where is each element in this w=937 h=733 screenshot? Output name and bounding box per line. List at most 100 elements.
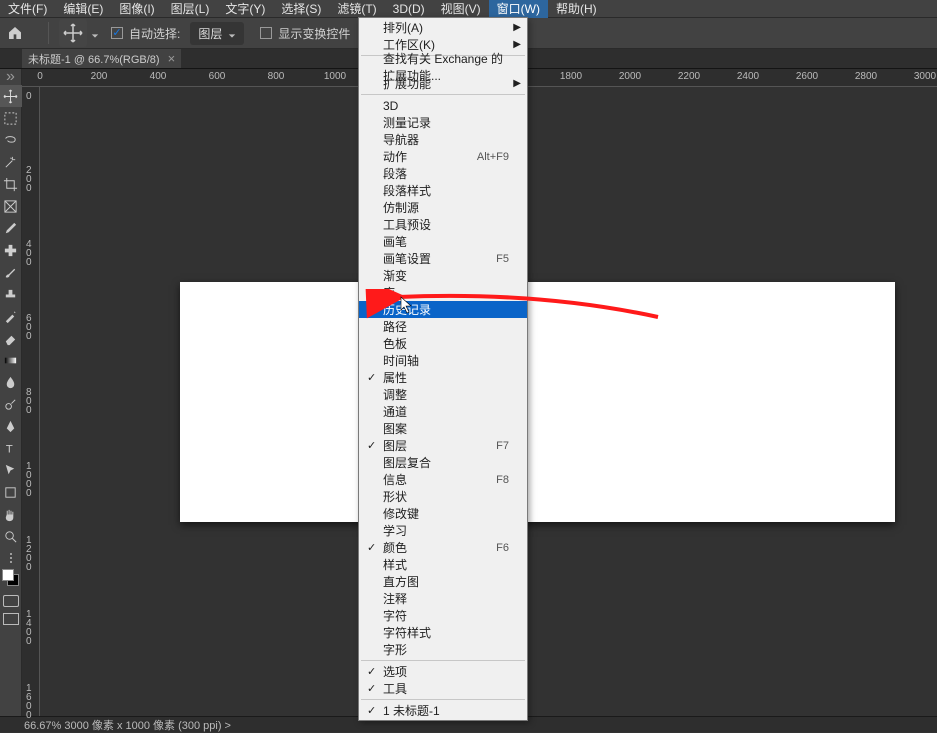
pen-tool[interactable] (0, 415, 22, 437)
stamp-tool[interactable] (0, 283, 22, 305)
frame-tool[interactable] (0, 195, 22, 217)
menu-item-图层[interactable]: ✓图层F7 (359, 437, 527, 454)
auto-select-checkbox[interactable] (111, 27, 123, 39)
menu-item-时间轴[interactable]: 时间轴 (359, 352, 527, 369)
menu-shortcut: Alt+F9 (477, 151, 509, 163)
menu-窗口(W)[interactable]: 窗口(W) (489, 0, 548, 18)
separator (48, 22, 49, 44)
menu-item-颜色[interactable]: ✓颜色F6 (359, 539, 527, 556)
menu-item-图案[interactable]: 图案 (359, 420, 527, 437)
document-tab[interactable]: 未标题-1 @ 66.7%(RGB/8) × (22, 49, 181, 68)
menu-3D(D)[interactable]: 3D(D) (385, 1, 433, 17)
menu-item-动作[interactable]: 动作Alt+F9 (359, 148, 527, 165)
quickmask-icon[interactable] (3, 595, 19, 607)
menu-图层(L)[interactable]: 图层(L) (163, 0, 218, 18)
menu-item-导航器[interactable]: 导航器 (359, 131, 527, 148)
menu-item-画笔[interactable]: 画笔 (359, 233, 527, 250)
menu-item-label: 1 未标题-1 (383, 702, 440, 719)
menu-shortcut: F8 (496, 474, 509, 486)
menu-item-学习[interactable]: 学习 (359, 522, 527, 539)
menu-item-3D[interactable]: 3D (359, 97, 527, 114)
menu-item-字形[interactable]: 字形 (359, 641, 527, 658)
menu-item-色板[interactable]: 色板 (359, 335, 527, 352)
menu-文件(F)[interactable]: 文件(F) (0, 0, 55, 18)
menu-item-段落[interactable]: 段落 (359, 165, 527, 182)
toolbox-edit-icon[interactable] (10, 553, 12, 563)
menu-item-库[interactable]: 库 (359, 284, 527, 301)
menu-item-扩展功能[interactable]: 扩展功能▶ (359, 75, 527, 92)
color-swatches[interactable] (0, 567, 22, 589)
menu-item-信息[interactable]: 信息F8 (359, 471, 527, 488)
heal-tool[interactable] (0, 239, 22, 261)
menu-item-1 未标题-1[interactable]: ✓1 未标题-1 (359, 702, 527, 719)
menu-item-仿制源[interactable]: 仿制源 (359, 199, 527, 216)
ruler-h-label: 400 (150, 71, 167, 82)
menu-item-直方图[interactable]: 直方图 (359, 573, 527, 590)
menu-item-形状[interactable]: 形状 (359, 488, 527, 505)
menu-帮助(H)[interactable]: 帮助(H) (548, 0, 605, 18)
menu-item-图层复合[interactable]: 图层复合 (359, 454, 527, 471)
menu-item-工具预设[interactable]: 工具预设 (359, 216, 527, 233)
lasso-tool[interactable] (0, 129, 22, 151)
menu-item-调整[interactable]: 调整 (359, 386, 527, 403)
check-icon: ✓ (367, 665, 376, 678)
menu-item-字符[interactable]: 字符 (359, 607, 527, 624)
auto-select-target-select[interactable]: 图层 (190, 22, 244, 45)
menu-图像(I)[interactable]: 图像(I) (111, 0, 162, 18)
menu-item-历史记录[interactable]: 历史记录 (359, 301, 527, 318)
history-brush-tool[interactable] (0, 305, 22, 327)
document-canvas[interactable] (180, 282, 895, 522)
submenu-arrow-icon: ▶ (513, 39, 521, 50)
menu-编辑(E)[interactable]: 编辑(E) (55, 0, 111, 18)
marquee-tool[interactable] (0, 107, 22, 129)
ruler-v-label: 1 2 0 0 (26, 536, 32, 572)
menu-item-排列(A)[interactable]: 排列(A)▶ (359, 19, 527, 36)
menu-item-样式[interactable]: 样式 (359, 556, 527, 573)
menu-item-路径[interactable]: 路径 (359, 318, 527, 335)
show-transform-checkbox[interactable] (260, 27, 272, 39)
crop-tool[interactable] (0, 173, 22, 195)
zoom-tool[interactable] (0, 525, 22, 547)
eyedropper-tool[interactable] (0, 217, 22, 239)
brush-tool[interactable] (0, 261, 22, 283)
dodge-tool[interactable] (0, 393, 22, 415)
menu-item-工具[interactable]: ✓工具 (359, 680, 527, 697)
path-select-tool[interactable] (0, 459, 22, 481)
menu-视图(V)[interactable]: 视图(V) (433, 0, 489, 18)
eraser-tool[interactable] (0, 327, 22, 349)
toolbox-collapse-icon[interactable]: » (0, 69, 22, 85)
hand-tool[interactable] (0, 503, 22, 525)
tool-preset-caret-icon[interactable] (91, 29, 99, 37)
menu-item-注释[interactable]: 注释 (359, 590, 527, 607)
wand-tool[interactable] (0, 151, 22, 173)
menu-item-修改键[interactable]: 修改键 (359, 505, 527, 522)
gradient-tool[interactable] (0, 349, 22, 371)
menu-item-label: 选项 (383, 663, 407, 680)
menu-item-查找有关 Exchange 的扩展功能...[interactable]: 查找有关 Exchange 的扩展功能... (359, 58, 527, 75)
menu-item-渐变[interactable]: 渐变 (359, 267, 527, 284)
ruler-h-label: 2000 (619, 71, 641, 82)
ruler-h-label: 0 (37, 71, 43, 82)
shape-tool[interactable] (0, 481, 22, 503)
home-icon[interactable] (6, 24, 24, 42)
move-tool[interactable] (0, 85, 22, 107)
screenmode-icon[interactable] (3, 613, 19, 625)
status-text: 66.67% 3000 像素 x 1000 像素 (300 ppi) > (24, 717, 231, 733)
menu-separator (361, 660, 525, 661)
menu-item-通道[interactable]: 通道 (359, 403, 527, 420)
menu-滤镜(T)[interactable]: 滤镜(T) (329, 0, 384, 18)
move-tool-icon[interactable] (59, 19, 87, 47)
menu-item-段落样式[interactable]: 段落样式 (359, 182, 527, 199)
foreground-color-swatch[interactable] (2, 569, 14, 581)
menu-item-字符样式[interactable]: 字符样式 (359, 624, 527, 641)
menu-item-画笔设置[interactable]: 画笔设置F5 (359, 250, 527, 267)
menu-item-属性[interactable]: ✓属性 (359, 369, 527, 386)
window-menu-dropdown: 排列(A)▶工作区(K)▶查找有关 Exchange 的扩展功能...扩展功能▶… (358, 17, 528, 721)
blur-tool[interactable] (0, 371, 22, 393)
menu-选择(S)[interactable]: 选择(S) (273, 0, 329, 18)
menu-文字(Y)[interactable]: 文字(Y) (217, 0, 273, 18)
menu-item-测量记录[interactable]: 测量记录 (359, 114, 527, 131)
close-tab-icon[interactable]: × (168, 51, 176, 66)
menu-item-选项[interactable]: ✓ 选项 (359, 663, 527, 680)
type-tool[interactable]: T (0, 437, 22, 459)
